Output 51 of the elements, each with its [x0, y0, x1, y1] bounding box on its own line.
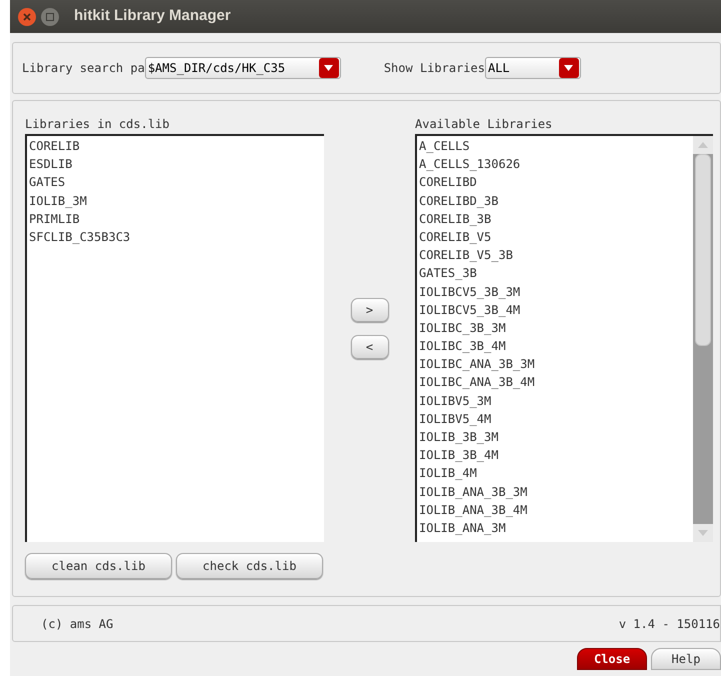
list-item[interactable]: IOLIBC_3B_3M	[417, 318, 693, 338]
list-item[interactable]: CORELIB	[27, 137, 324, 156]
window-title: hitkit Library Manager	[74, 6, 231, 26]
scroll-thumb[interactable]	[695, 154, 711, 346]
list-item[interactable]: IOLIB_ANA_3M	[417, 518, 693, 538]
list-item[interactable]: IOLIBC_3B_4M	[417, 337, 693, 356]
list-item[interactable]: IOLIBV5_3M	[417, 392, 693, 410]
copyright-text: (c) ams AG	[41, 616, 114, 632]
show-libraries-label: Show Libraries	[384, 60, 485, 77]
dropdown[interactable]: $AMS_DIR/cds/HK_C35	[144, 57, 341, 79]
scroll-down-icon[interactable]	[693, 524, 713, 542]
dropdown[interactable]: ALL	[484, 57, 581, 79]
list-item[interactable]: CORELIB_V5_3B	[417, 246, 693, 264]
list-title: Available Libraries	[415, 116, 554, 133]
search-path-label: Library search pa	[22, 60, 145, 77]
maximize-icon[interactable]	[41, 8, 59, 26]
list-item[interactable]: CORELIB_3B	[417, 210, 693, 228]
version-text: v 1.4 - 150116	[618, 616, 720, 632]
cds-lib-button[interactable]: clean cds.lib	[25, 553, 172, 579]
transfer-button[interactable]: <	[350, 335, 388, 359]
list-item[interactable]: IOLIBC_ANA_3B_4M	[417, 373, 693, 392]
list-title: Libraries in cds.lib	[25, 116, 170, 133]
list-item[interactable]: IOLIBCV5_3B_4M	[417, 300, 693, 319]
list-item[interactable]: SFCLIB_C35B3C3	[27, 228, 324, 246]
list-item[interactable]: IOLIB_4M	[417, 464, 693, 483]
caret-icon	[318, 58, 339, 78]
list-item[interactable]: A_CELLS	[417, 137, 693, 156]
list-item[interactable]: GATES_3B	[417, 264, 693, 282]
list-item[interactable]: GATES	[27, 173, 324, 192]
list-item[interactable]: CORELIB_V5	[417, 228, 693, 246]
list-item[interactable]: IOLIBCV5_3B_3M	[417, 282, 693, 301]
cds-lib-button[interactable]: check cds.lib	[176, 553, 323, 579]
list-item[interactable]: PRIMLIB	[27, 210, 324, 228]
close-icon[interactable]	[18, 8, 36, 26]
list-item[interactable]: ESDLIB	[27, 155, 324, 174]
transfer-button[interactable]: >	[350, 298, 388, 322]
dialog-button[interactable]: Help	[651, 648, 721, 670]
list-item[interactable]: IOLIBV5_4M	[417, 410, 693, 428]
list-item[interactable]: IOLIB_ANA_3B_4M	[417, 500, 693, 519]
list-item[interactable]: IOLIB_3M	[27, 192, 324, 210]
scrollbar[interactable]	[693, 136, 713, 542]
caret-icon	[558, 58, 579, 78]
list-item[interactable]: IOLIB_3B_3M	[417, 428, 693, 446]
list-item[interactable]: A_CELLS_130626	[417, 155, 693, 174]
list-item[interactable]: CORELIBD_3B	[417, 192, 693, 210]
list-item[interactable]: IOLIBC_ANA_3B_3M	[417, 355, 693, 374]
list-item[interactable]: CORELIBD	[417, 173, 693, 192]
scroll-up-icon[interactable]	[693, 136, 713, 154]
list-item[interactable]: IOLIB_ANA_3B_3M	[417, 482, 693, 501]
list-item[interactable]: IOLIB_3B_4M	[417, 446, 693, 464]
dialog-button[interactable]: Close	[577, 648, 647, 670]
